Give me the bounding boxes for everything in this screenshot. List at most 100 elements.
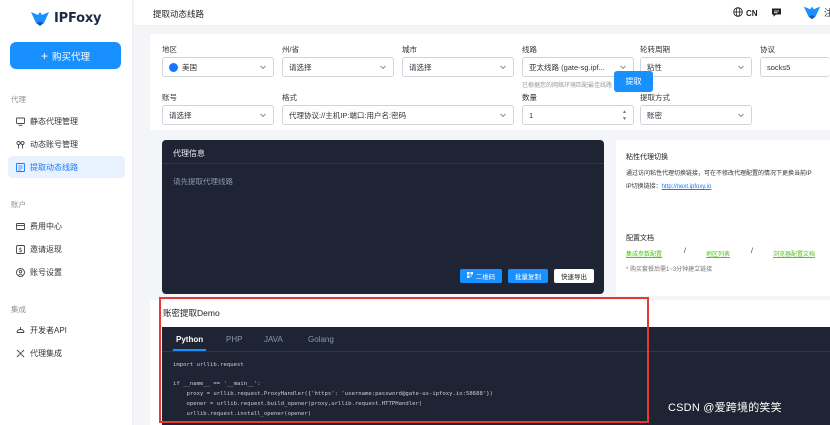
extract-button[interactable]: 提取 (614, 71, 653, 92)
rotation-label: 轮转周期 (640, 45, 670, 54)
docs-title: 配置文档 (626, 235, 654, 242)
switch-link-row: IP切换链接：http://next.ipfoxy.io (626, 181, 711, 190)
region-select[interactable]: 美国 (162, 57, 274, 77)
list-icon (16, 162, 25, 172)
sidebar-item-extract-dynamic[interactable]: 提取动态线路 (8, 156, 125, 178)
account-select[interactable]: 请选择 (162, 105, 274, 125)
city-label: 城市 (402, 45, 417, 54)
increment-icon[interactable]: ▲ (622, 109, 627, 115)
sidebar-item-referral[interactable]: $ 邀请返现 (8, 238, 125, 260)
chevron-down-icon (379, 63, 387, 71)
fox-logo-icon (30, 10, 50, 26)
us-flag-icon (169, 62, 178, 72)
tab-java[interactable]: JAVA (264, 335, 283, 344)
user-icon (16, 267, 25, 277)
method-select[interactable]: 账密 (640, 105, 752, 125)
extract-form-panel: 地区 州/省 城市 线路 轮转周期 协议 美国 请选择 请选择 亚太线路 (ga… (150, 34, 830, 130)
sidebar-item-label: 费用中心 (30, 221, 62, 231)
sidebar-item-account-settings[interactable]: 账号设置 (8, 261, 125, 283)
format-value: 代理协议://主机IP:端口:用户名:密码 (289, 110, 407, 120)
proxy-info-title: 代理信息 (173, 149, 205, 158)
quick-export-button[interactable]: 快速导出 (554, 269, 594, 283)
brand-name: IPFoxy (54, 10, 102, 26)
globe-icon (733, 7, 743, 19)
code-line: import urllib.request (173, 362, 244, 368)
route-hint: 已根据您的网络环境匹配最佳线路 (522, 83, 613, 89)
chevron-down-icon (737, 63, 745, 71)
protocol-select[interactable]: socks5 (760, 57, 830, 77)
rotation-select[interactable]: 粘性 (640, 57, 752, 77)
account-value: 请选择 (169, 110, 192, 120)
sidebar-item-dynamic-account[interactable]: 动态账号管理 (8, 133, 125, 155)
language-label: CN (746, 8, 758, 18)
doc-link-browser[interactable]: 浏览器配置文档 (773, 249, 815, 258)
nav-section-proxy: 代理 (11, 95, 26, 104)
protocol-label: 协议 (760, 45, 775, 54)
chevron-down-icon (619, 63, 627, 71)
avatar[interactable] (803, 4, 821, 22)
code-line: urllib.request.install_opener(opener) (173, 411, 312, 417)
monitor-icon (16, 117, 25, 126)
watermark: CSDN @爱跨境的笑笑 (668, 402, 782, 414)
plus-icon: + (40, 48, 48, 63)
sidebar-item-label: 代理集成 (30, 348, 62, 358)
tab-golang[interactable]: Golang (308, 335, 334, 344)
rotation-value: 粘性 (647, 62, 662, 72)
chevron-down-icon (259, 63, 267, 71)
sidebar-item-label: 邀请返现 (30, 244, 62, 254)
state-select[interactable]: 请选择 (282, 57, 394, 77)
route-value: 亚太线路 (gate-sg.ipf... (529, 62, 605, 72)
tab-python[interactable]: Python (176, 335, 203, 344)
doc-link-params[interactable]: 集成参数配置 (626, 249, 662, 258)
sidebar-item-billing[interactable]: 费用中心 (8, 215, 125, 237)
switch-link-label: IP切换链接： (626, 184, 662, 190)
buy-proxy-button[interactable]: + 购买代理 (10, 42, 121, 69)
region-label: 地区 (162, 45, 177, 54)
info-panel: 粘性代理切换 通过访问粘性代理切换链接，可在不修改代理配置的情况下更换当前IP … (616, 140, 830, 296)
chevron-down-icon (259, 111, 267, 119)
logo[interactable]: IPFoxy (30, 10, 102, 26)
chevron-down-icon (737, 111, 745, 119)
route-label: 线路 (522, 45, 537, 54)
sidebar-item-label: 账号设置 (30, 267, 62, 277)
language-switcher[interactable]: CN (733, 7, 758, 19)
switch-link[interactable]: http://next.ipfoxy.io (662, 184, 712, 190)
page-title: 提取动态线路 (153, 9, 205, 19)
decrement-icon[interactable]: ▼ (622, 116, 627, 122)
header-extra-text: 注 (824, 8, 830, 18)
doc-separator: / (751, 248, 753, 255)
sticky-switch-title: 粘性代理切换 (626, 154, 668, 161)
tab-php[interactable]: PHP (226, 335, 242, 344)
api-icon (16, 326, 25, 335)
quantity-value: 1 (529, 110, 534, 120)
city-value: 请选择 (409, 62, 432, 72)
sticky-switch-desc: 通过访问粘性代理切换链接，可在不修改代理配置的情况下更换当前IP (626, 171, 812, 177)
format-select[interactable]: 代理协议://主机IP:端口:用户名:密码 (282, 105, 514, 125)
sidebar-item-label: 静态代理管理 (30, 116, 78, 126)
sidebar-item-developer-api[interactable]: 开发者API (8, 319, 125, 341)
batch-copy-button[interactable]: 批量复制 (508, 269, 548, 283)
buy-proxy-label: 购买代理 (52, 51, 91, 63)
quantity-stepper[interactable]: 1 ▲ ▼ (522, 105, 634, 125)
sidebar: IPFoxy + 购买代理 代理 静态代理管理 动态账号管理 提取动态线路 账户… (0, 0, 133, 425)
code-line: proxy = urllib.request.ProxyHandler({'ht… (173, 391, 493, 397)
demo-title: 账密提取Demo (163, 308, 220, 318)
protocol-value: socks5 (767, 62, 791, 72)
qr-code-label: 二维码 (475, 274, 496, 281)
sidebar-item-label: 开发者API (30, 325, 67, 335)
stepper-arrows[interactable]: ▲ ▼ (622, 109, 627, 122)
top-header: 提取动态线路 CN 注 (134, 0, 830, 26)
chevron-down-icon (499, 111, 507, 119)
nav-section-integration: 集成 (11, 305, 26, 314)
doc-link-regions[interactable]: 地区列表 (706, 249, 730, 258)
sidebar-item-proxy-integration[interactable]: 代理集成 (8, 342, 125, 364)
sidebar-item-label: 动态账号管理 (30, 139, 78, 149)
dollar-icon: $ (16, 244, 25, 254)
sidebar-item-static-proxy[interactable]: 静态代理管理 (8, 110, 125, 132)
state-label: 州/省 (282, 45, 300, 54)
integration-icon (16, 349, 25, 358)
region-value: 美国 (182, 62, 197, 72)
city-select[interactable]: 请选择 (402, 57, 514, 77)
message-icon[interactable] (771, 7, 782, 20)
qr-code-button[interactable]: 二维码 (460, 269, 502, 283)
